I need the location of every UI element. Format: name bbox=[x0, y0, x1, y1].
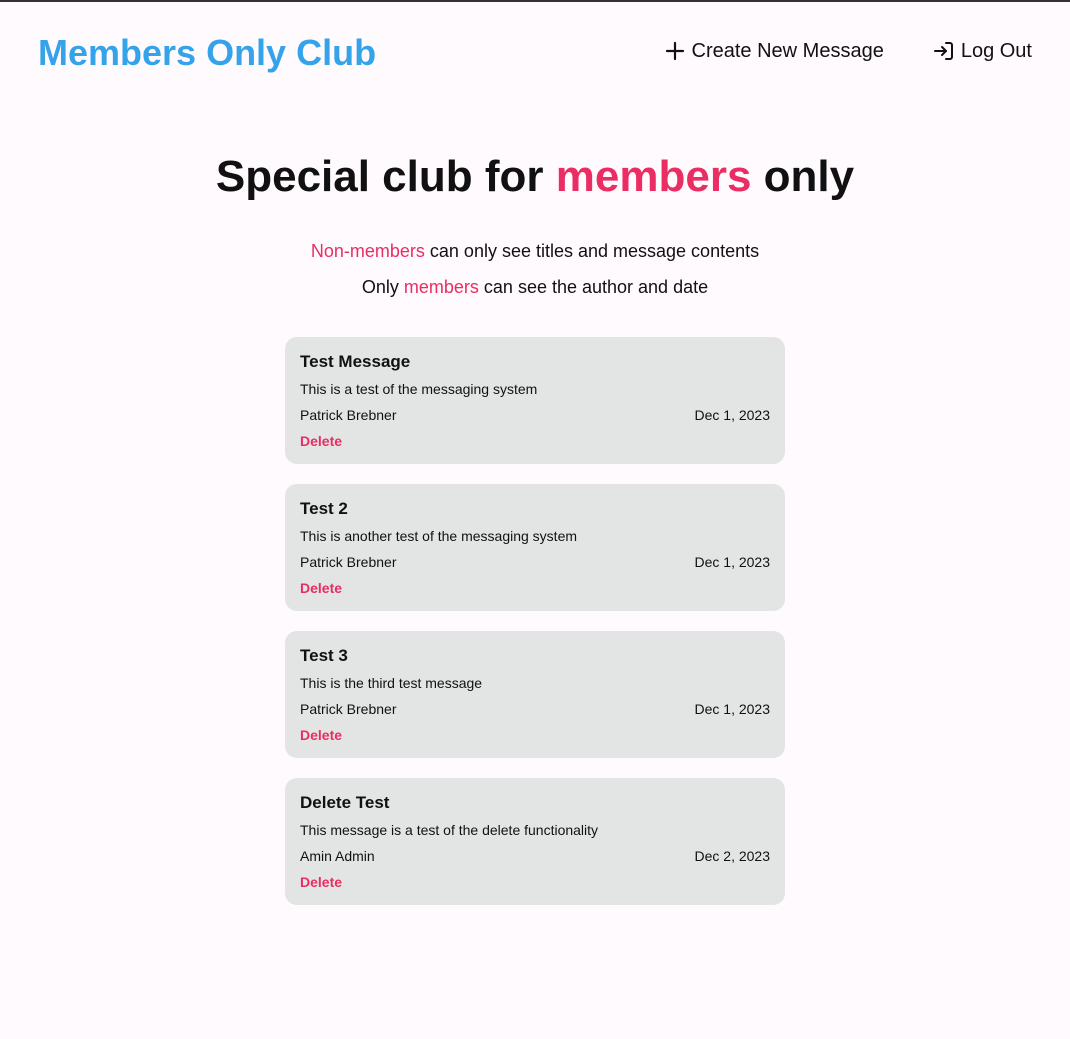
message-title: Test 2 bbox=[300, 499, 348, 518]
message-date: Dec 1, 2023 bbox=[694, 407, 771, 423]
message-date: Dec 1, 2023 bbox=[694, 701, 771, 717]
message-meta: Patrick Brebner Dec 1, 2023 bbox=[300, 553, 770, 571]
message-body: This is another test of the messaging sy… bbox=[300, 528, 578, 544]
message-list: Test Message This is a test of the messa… bbox=[285, 337, 785, 925]
message-card: Delete Test This message is a test of th… bbox=[285, 778, 785, 905]
brand-logo-link[interactable]: Members Only Club bbox=[38, 33, 376, 73]
delete-message-button[interactable]: Delete bbox=[300, 726, 342, 744]
log-out-link[interactable]: Log Out bbox=[933, 39, 1032, 63]
members-accent: members bbox=[403, 277, 479, 297]
site-header: Members Only Club Create New Message Log… bbox=[0, 2, 1070, 104]
message-date: Dec 1, 2023 bbox=[694, 554, 771, 570]
log-in-arrow-icon bbox=[933, 40, 955, 62]
members-note: Only members can see the author and date bbox=[0, 276, 1070, 298]
plus-icon bbox=[664, 40, 686, 62]
message-title: Test 3 bbox=[300, 646, 348, 665]
delete-message-button[interactable]: Delete bbox=[300, 873, 342, 891]
message-author: Patrick Brebner bbox=[300, 554, 397, 570]
message-card: Test Message This is a test of the messa… bbox=[285, 337, 785, 464]
delete-message-button[interactable]: Delete bbox=[300, 432, 342, 450]
message-meta: Amin Admin Dec 2, 2023 bbox=[300, 847, 770, 865]
hero-title-start: Special club for bbox=[215, 152, 556, 201]
message-body: This message is a test of the delete fun… bbox=[300, 822, 599, 838]
message-title: Test Message bbox=[300, 352, 411, 371]
non-members-note: Non-members can only see titles and mess… bbox=[0, 240, 1070, 262]
members-note-text: can see the author and date bbox=[478, 277, 709, 297]
log-out-label: Log Out bbox=[960, 40, 1032, 62]
message-body: This is the third test message bbox=[300, 675, 483, 691]
message-date: Dec 2, 2023 bbox=[694, 848, 771, 864]
message-author: Patrick Brebner bbox=[300, 701, 397, 717]
hero-title-end: only bbox=[751, 152, 855, 201]
non-members-accent: Non-members bbox=[310, 241, 425, 261]
non-members-text: can only see titles and message contents bbox=[424, 241, 760, 261]
message-meta: Patrick Brebner Dec 1, 2023 bbox=[300, 406, 770, 424]
message-author: Amin Admin bbox=[300, 848, 375, 864]
message-card: Test 3 This is the third test message Pa… bbox=[285, 631, 785, 758]
create-new-message-link[interactable]: Create New Message bbox=[664, 39, 884, 63]
message-author: Patrick Brebner bbox=[300, 407, 397, 423]
members-note-start: Only bbox=[361, 277, 404, 297]
hero-title: Special club for members only bbox=[0, 152, 1070, 202]
main-nav: Create New Message Log Out bbox=[664, 39, 1032, 63]
delete-message-button[interactable]: Delete bbox=[300, 579, 342, 597]
message-meta: Patrick Brebner Dec 1, 2023 bbox=[300, 700, 770, 718]
message-title: Delete Test bbox=[300, 793, 390, 812]
message-card: Test 2 This is another test of the messa… bbox=[285, 484, 785, 611]
message-body: This is a test of the messaging system bbox=[300, 381, 538, 397]
create-new-message-label: Create New Message bbox=[691, 40, 884, 62]
hero-title-accent: members bbox=[555, 152, 752, 201]
